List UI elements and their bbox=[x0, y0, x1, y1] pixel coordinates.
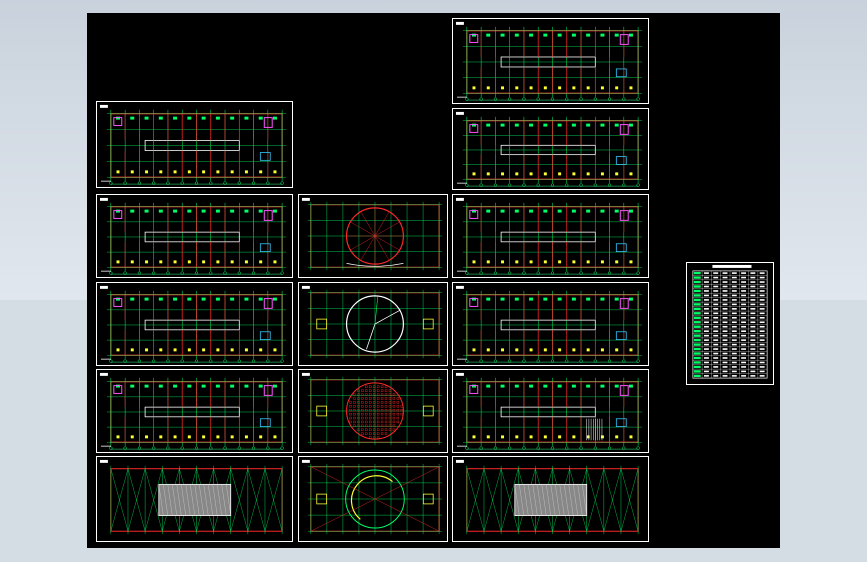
legend-table-graphic bbox=[692, 264, 768, 379]
drawing-sheet-plan[interactable] bbox=[452, 108, 649, 190]
drawing-sheet-plan[interactable] bbox=[96, 194, 293, 278]
drawing-sheet-plan[interactable] bbox=[452, 18, 649, 104]
sheet-drawing-graphic bbox=[99, 285, 287, 363]
drawing-sheet-plan[interactable] bbox=[96, 101, 293, 188]
sheet-drawing-graphic bbox=[455, 285, 643, 363]
drawing-sheet-round-b[interactable] bbox=[298, 282, 448, 366]
drawing-sheet-plan[interactable] bbox=[452, 194, 649, 278]
sheet-drawing-graphic bbox=[99, 372, 287, 450]
sheet-drawing-graphic bbox=[455, 21, 643, 101]
sheet-drawing-graphic bbox=[301, 285, 443, 359]
sheet-drawing-graphic bbox=[301, 372, 443, 446]
drawing-sheet-roof[interactable] bbox=[452, 456, 649, 542]
drawing-sheet-plan[interactable] bbox=[96, 369, 293, 453]
drawing-sheet-round-c[interactable] bbox=[298, 369, 448, 453]
drawing-sheet-roof[interactable] bbox=[96, 456, 293, 542]
sheet-drawing-graphic bbox=[455, 111, 643, 187]
drawing-sheet-plan[interactable] bbox=[96, 282, 293, 366]
sheet-drawing-graphic bbox=[455, 197, 643, 275]
sheet-drawing-graphic bbox=[301, 197, 443, 271]
sheet-drawing-graphic bbox=[99, 197, 287, 275]
sheet-drawing-graphic bbox=[301, 459, 443, 535]
sheet-drawing-graphic bbox=[455, 459, 639, 535]
sheet-drawing-graphic bbox=[99, 104, 287, 185]
sheet-drawing-graphic bbox=[99, 459, 283, 535]
sheet-drawing-graphic bbox=[455, 372, 643, 450]
drawing-sheet-plan[interactable] bbox=[452, 282, 649, 366]
drawing-legend-table[interactable] bbox=[686, 262, 774, 385]
drawing-sheet-round-a[interactable] bbox=[298, 194, 448, 278]
drawing-sheet-plan-stair[interactable] bbox=[452, 369, 649, 453]
drawing-sheet-round-d[interactable] bbox=[298, 456, 448, 542]
